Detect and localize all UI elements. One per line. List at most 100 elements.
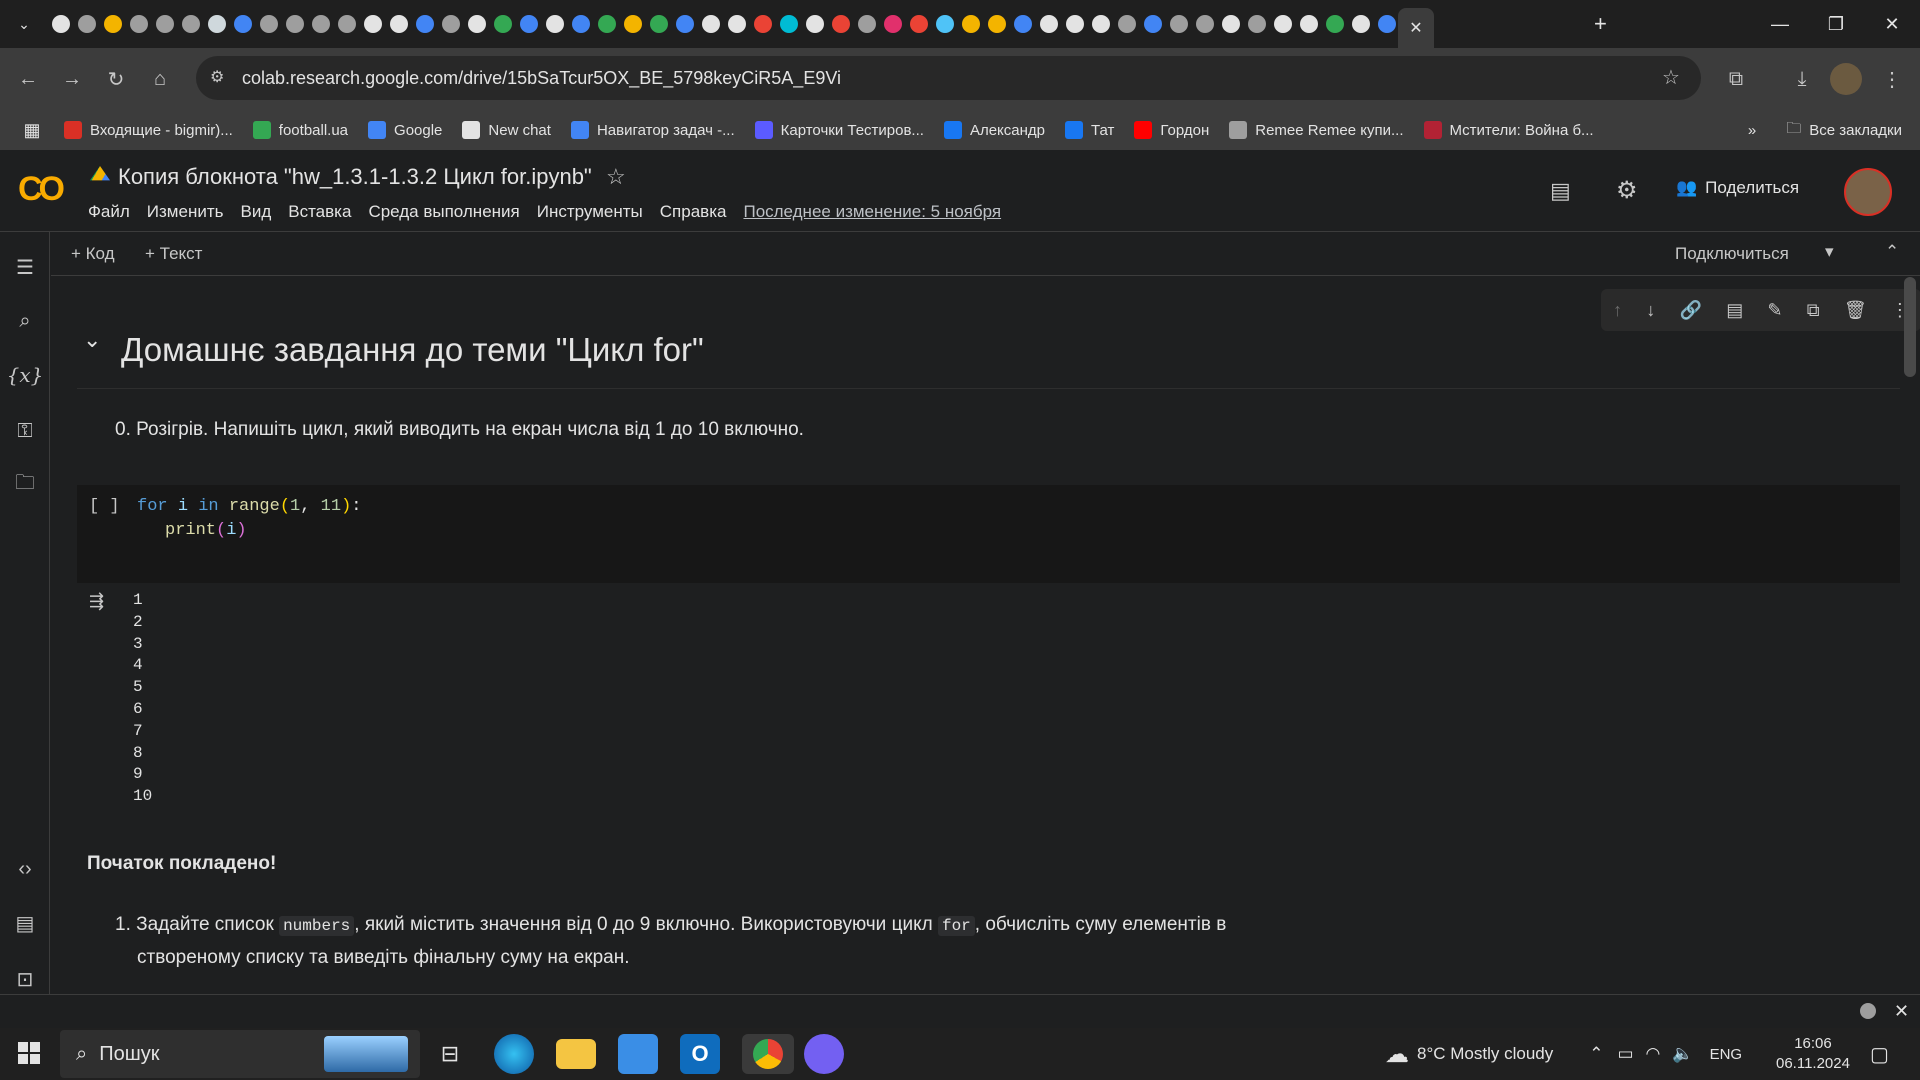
- tab-favicon-icon[interactable]: [520, 15, 538, 33]
- tab-favicon-icon[interactable]: [1170, 15, 1188, 33]
- tab-favicon-icon[interactable]: [936, 15, 954, 33]
- tab-favicon-icon[interactable]: [546, 15, 564, 33]
- extensions-icon[interactable]: ⧉: [1714, 57, 1758, 101]
- apps-grid-icon[interactable]: ▦: [0, 120, 64, 141]
- notifications-icon[interactable]: ▢: [1870, 1042, 1889, 1067]
- minimize-button[interactable]: —: [1752, 0, 1808, 48]
- wifi-icon[interactable]: ◠: [1646, 1044, 1661, 1064]
- tab-favicon-icon[interactable]: [1378, 15, 1396, 33]
- tab-favicon-icon[interactable]: [702, 15, 720, 33]
- site-info-icon[interactable]: ⚙: [210, 67, 224, 87]
- close-icon[interactable]: ✕: [1409, 18, 1422, 38]
- move-up-icon[interactable]: ↑: [1613, 300, 1622, 321]
- code-snippets-icon[interactable]: ‹›: [12, 856, 38, 882]
- menu-file[interactable]: Файл: [88, 202, 130, 222]
- tab-favicon-icon[interactable]: [858, 15, 876, 33]
- colab-logo[interactable]: CO: [18, 170, 65, 209]
- all-bookmarks[interactable]: 🗀 Все закладки: [1786, 118, 1902, 143]
- code-cell[interactable]: [ ] for i in range(1, 11): print(i): [77, 485, 1900, 583]
- tab-favicon-icon[interactable]: [1248, 15, 1266, 33]
- chrome-icon[interactable]: [742, 1034, 794, 1074]
- secrets-key-icon[interactable]: ⚿: [12, 418, 38, 444]
- weather-cloud-icon[interactable]: ☁: [1385, 1040, 1409, 1069]
- user-avatar[interactable]: [1844, 168, 1892, 216]
- tab-favicon-icon[interactable]: [156, 15, 174, 33]
- tab-favicon-icon[interactable]: [390, 15, 408, 33]
- viber-icon[interactable]: [804, 1034, 844, 1074]
- task-view-icon[interactable]: ⊟: [430, 1034, 470, 1074]
- bookmark-item[interactable]: football.ua: [252, 121, 348, 139]
- menu-runtime[interactable]: Среда выполнения: [368, 202, 519, 222]
- home-icon[interactable]: ⌂: [138, 57, 182, 101]
- tab-favicon-icon[interactable]: [468, 15, 486, 33]
- notebook-title[interactable]: Копия блокнота "hw_1.3.1-1.3.2 Цикл for.…: [118, 164, 592, 190]
- outlook-icon[interactable]: O: [680, 1034, 720, 1074]
- connect-button[interactable]: Подключиться: [1675, 244, 1789, 264]
- tab-favicon-icon[interactable]: [754, 15, 772, 33]
- output-toggle-icon[interactable]: ⇶: [89, 591, 104, 612]
- tab-favicon-icon[interactable]: [780, 15, 798, 33]
- menu-help[interactable]: Справка: [660, 202, 727, 222]
- heading-cell[interactable]: ⌄ Домашнє завдання до теми "Цикл for" ↑ …: [77, 289, 1920, 389]
- menu-edit[interactable]: Изменить: [147, 202, 224, 222]
- bookmark-item[interactable]: Тат: [1065, 121, 1114, 139]
- add-text-button[interactable]: + Текст: [145, 244, 202, 264]
- tab-favicon-icon[interactable]: [1196, 15, 1214, 33]
- search-icon[interactable]: ⌕: [12, 308, 38, 334]
- tab-favicon-icon[interactable]: [1144, 15, 1162, 33]
- tab-favicon-icon[interactable]: [182, 15, 200, 33]
- tab-favicon-icon[interactable]: [1092, 15, 1110, 33]
- tab-favicon-icon[interactable]: [884, 15, 902, 33]
- connect-dropdown-icon[interactable]: ▾: [1825, 242, 1834, 262]
- tab-favicon-icon[interactable]: [104, 15, 122, 33]
- menu-insert[interactable]: Вставка: [288, 202, 351, 222]
- active-tab[interactable]: ✕: [1398, 8, 1434, 48]
- tab-favicon-icon[interactable]: [442, 15, 460, 33]
- forward-icon[interactable]: →: [50, 57, 94, 101]
- tab-favicon-icon[interactable]: [52, 15, 70, 33]
- tab-favicon-icon[interactable]: [1352, 15, 1370, 33]
- tab-favicon-icon[interactable]: [1014, 15, 1032, 33]
- command-palette-icon[interactable]: ▤: [12, 910, 38, 936]
- tray-chevron-icon[interactable]: ⌃: [1589, 1044, 1603, 1064]
- edge-icon[interactable]: [494, 1034, 534, 1074]
- comment-icon[interactable]: ▤: [1726, 300, 1743, 321]
- tab-favicon-icon[interactable]: [494, 15, 512, 33]
- language-indicator[interactable]: ENG: [1710, 1046, 1743, 1063]
- menu-view[interactable]: Вид: [240, 202, 271, 222]
- windows-start-icon[interactable]: [18, 1042, 40, 1064]
- tab-favicon-icon[interactable]: [910, 15, 928, 33]
- delete-icon[interactable]: 🗑: [1844, 300, 1867, 321]
- menu-tools[interactable]: Инструменты: [537, 202, 643, 222]
- download-icon[interactable]: ⤓: [1780, 57, 1824, 101]
- star-icon[interactable]: ☆: [606, 164, 626, 190]
- tab-favicon-icon[interactable]: [312, 15, 330, 33]
- bookmark-item[interactable]: Мстители: Война б...: [1423, 121, 1594, 139]
- settings-icon[interactable]: ⚙: [1616, 176, 1638, 205]
- bookmark-item[interactable]: Входящие - bigmir)...: [64, 121, 233, 139]
- tab-favicon-icon[interactable]: [676, 15, 694, 33]
- bookmark-item[interactable]: Навигатор задач -...: [570, 121, 735, 139]
- collapse-header-icon[interactable]: ⌃: [1885, 242, 1899, 262]
- terminal-icon[interactable]: ⊡: [12, 966, 38, 992]
- close-status-icon[interactable]: ✕: [1894, 1001, 1909, 1022]
- bookmark-item[interactable]: Александр: [943, 121, 1045, 139]
- bookmark-item[interactable]: Remee Remee купи...: [1229, 121, 1404, 139]
- microsoft-store-icon[interactable]: [618, 1034, 658, 1074]
- taskbar-search[interactable]: ⌕ Пошук: [60, 1030, 420, 1078]
- comments-icon[interactable]: ▤: [1550, 178, 1571, 204]
- tab-favicon-icon[interactable]: [364, 15, 382, 33]
- link-icon[interactable]: 🔗: [1680, 300, 1702, 321]
- tab-favicon-icon[interactable]: [832, 15, 850, 33]
- battery-icon[interactable]: ▭: [1617, 1044, 1633, 1064]
- tab-favicon-icon[interactable]: [1118, 15, 1136, 33]
- tab-favicon-icon[interactable]: [650, 15, 668, 33]
- tab-favicon-icon[interactable]: [416, 15, 434, 33]
- tab-favicon-icon[interactable]: [286, 15, 304, 33]
- add-code-button[interactable]: + Код: [71, 244, 115, 264]
- tab-favicon-icon[interactable]: [130, 15, 148, 33]
- tab-favicon-icon[interactable]: [598, 15, 616, 33]
- restore-button[interactable]: ❐: [1808, 0, 1864, 48]
- mirror-cell-icon[interactable]: ⧉: [1807, 300, 1820, 321]
- address-bar[interactable]: ⚙ colab.research.google.com/drive/15bSaT…: [196, 56, 1701, 100]
